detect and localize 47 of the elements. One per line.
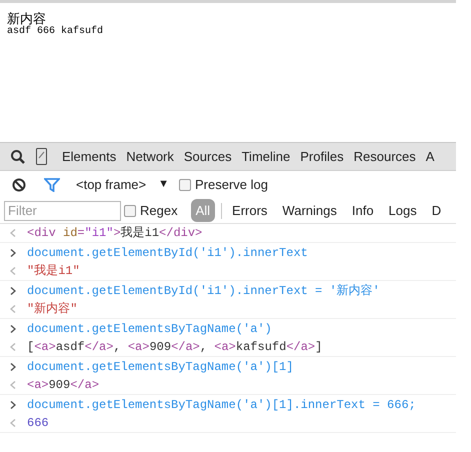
panel-tab[interactable]: Sources [184,146,232,166]
command-text: document.getElementsByTagName('a') [27,320,272,338]
panel-tab[interactable]: A [426,146,434,166]
level-filter[interactable]: D [426,198,446,222]
checkbox-label: Regex [140,202,178,220]
chevron-left-icon [10,343,16,351]
result-text: "新内容" [27,301,78,318]
dropdown-arrow[interactable]: ▼ [158,176,169,193]
filter-field[interactable]: Filter [4,200,121,220]
panel-tab[interactable]: Profiles [300,146,344,166]
page-text: asdf 666 kafsufd [7,26,104,38]
chevron-left-icon [10,381,16,389]
phone-icon[interactable] [36,148,47,165]
level-filter[interactable]: Errors [227,198,272,222]
command-text: document.getElementById('i1').innerText = '新内容' [27,282,380,300]
filter-icon[interactable] [44,178,60,192]
chevron-right-icon [10,362,16,370]
command-text: document.getElementsByTagName('a')[1] [27,358,294,376]
search-icon[interactable] [10,148,26,164]
result-text: "我是i1" [27,263,80,280]
checkbox[interactable] [124,204,136,216]
result-text: <div id="i1">我是i1</div> [27,225,202,242]
level-filter[interactable]: Info [346,198,379,222]
result-text: [<a>asdf</a>, <a>909</a>, <a>kafsufd</a>] [27,339,322,356]
chevron-right-icon [10,400,16,408]
panel-tab[interactable]: Resources [354,146,416,166]
command-text: document.getElementsByTagName('a')[1].innerText = 666; [27,396,416,414]
chevron-left-icon [10,267,16,275]
chevron-left-icon [10,419,16,427]
command-text: document.getElementById('i1').innerText [27,244,308,262]
chevron-right-icon [10,286,16,294]
result-text: <a>909</a> [27,377,100,394]
panel-tab[interactable]: Elements [62,146,116,166]
chevron-left-icon [10,305,16,313]
result-text: 666 [27,415,49,432]
chevron-right-icon [10,248,16,256]
page-heading: 新内容 [7,11,46,26]
level-filter[interactable]: Logs [384,198,422,222]
chevron-left-icon [10,229,16,237]
level-filter[interactable]: Warnings [277,198,342,222]
clear-icon[interactable] [12,178,26,192]
panel-tab[interactable]: Timeline [242,146,290,166]
frame-selector[interactable]: <top frame> [76,174,146,194]
checkbox[interactable] [179,178,191,190]
checkbox-label: Preserve log [195,176,268,194]
chevron-right-icon [10,324,16,332]
panel-tab[interactable]: Network [126,146,174,166]
